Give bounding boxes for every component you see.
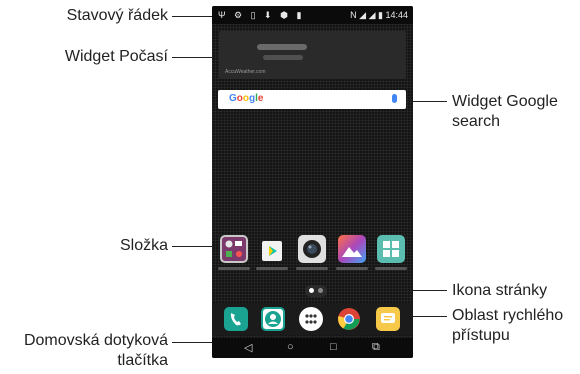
- weather-widget[interactable]: AccuWeather.com: [219, 31, 406, 79]
- calculator-grid-label: [375, 267, 407, 270]
- play-store-label: [256, 267, 288, 270]
- battery-icon: ▮: [378, 10, 383, 20]
- callout-weather-widget: Widget Počasí: [64, 48, 168, 65]
- status-time: 14:44: [385, 10, 408, 20]
- callout-google-widget: Widget Google search: [452, 92, 558, 132]
- gallery-label: [336, 267, 368, 270]
- dual-window-button[interactable]: ⧉: [372, 341, 380, 354]
- callout-folder: Složka: [119, 237, 168, 254]
- mic-icon[interactable]: [392, 94, 397, 103]
- google-search-widget[interactable]: Google: [218, 90, 406, 109]
- page-dot[interactable]: [318, 288, 323, 293]
- contacts-app-icon[interactable]: [261, 307, 285, 331]
- play-store-icon[interactable]: [258, 235, 286, 263]
- wifi-icon: ◢: [359, 10, 367, 20]
- callout-quick-access: Oblast rychlého přístupu: [452, 306, 563, 346]
- gallery-icon[interactable]: [338, 235, 366, 263]
- folder-icon[interactable]: [220, 235, 248, 263]
- callout-home-keys-line2: tlačítka: [117, 352, 168, 369]
- status-bar: Ψ ⚙ ▯ ⬇ ⬢ ▮ N ◢ ◢ ▮ 14:44: [212, 6, 413, 24]
- callout-home-keys-line1: Domovská dotyková: [23, 332, 168, 349]
- phone-app-icon[interactable]: [224, 307, 248, 331]
- callout-page-icon: Ikona stránky: [452, 282, 548, 299]
- weather-subtext-blurred: [263, 55, 303, 60]
- status-notification-icons: Ψ ⚙ ▯ ⬇ ⬢ ▮: [218, 10, 305, 20]
- back-button[interactable]: ◁: [244, 341, 252, 354]
- calculator-grid-icon[interactable]: [377, 235, 405, 263]
- chrome-icon[interactable]: [337, 307, 361, 331]
- camera-label: [296, 267, 328, 270]
- weather-credit: AccuWeather.com: [225, 69, 266, 75]
- quick-access-dock: [212, 303, 413, 335]
- leader-status-bar: [172, 16, 217, 17]
- recents-button[interactable]: □: [330, 341, 337, 353]
- google-logo: Google: [229, 93, 264, 104]
- folder-label: [218, 267, 250, 270]
- status-right-icons: N ◢ ◢ ▮ 14:44: [350, 6, 408, 24]
- callout-google-widget-line2: search: [452, 113, 501, 130]
- camera-icon[interactable]: [298, 235, 326, 263]
- messages-app-icon[interactable]: [376, 307, 400, 331]
- signal-icon: ◢: [368, 10, 376, 20]
- page-dot-active[interactable]: [309, 288, 314, 293]
- callout-google-widget-line1: Widget Google: [452, 93, 558, 110]
- home-touch-buttons: ◁ ○ □ ⧉: [212, 338, 413, 358]
- phone-home-screen: Ψ ⚙ ▯ ⬇ ⬢ ▮ N ◢ ◢ ▮ 14:44 AccuWeather.co…: [212, 6, 413, 358]
- apps-drawer-icon[interactable]: [299, 307, 323, 331]
- weather-text-blurred: [257, 44, 307, 50]
- leader-quick-access: [407, 316, 447, 317]
- callout-status-bar: Stavový řádek: [66, 7, 168, 24]
- leader-google-widget: [407, 101, 447, 102]
- home-button[interactable]: ○: [287, 341, 294, 353]
- leader-home-keys: [172, 342, 217, 343]
- leader-weather-widget: [172, 57, 217, 58]
- callout-quick-access-line1: Oblast rychlého: [452, 307, 564, 324]
- callout-home-keys: Domovská dotyková tlačítka: [24, 331, 168, 371]
- nfc-icon: N: [350, 10, 357, 20]
- callout-quick-access-line2: přístupu: [452, 327, 510, 344]
- page-indicator[interactable]: [305, 285, 327, 297]
